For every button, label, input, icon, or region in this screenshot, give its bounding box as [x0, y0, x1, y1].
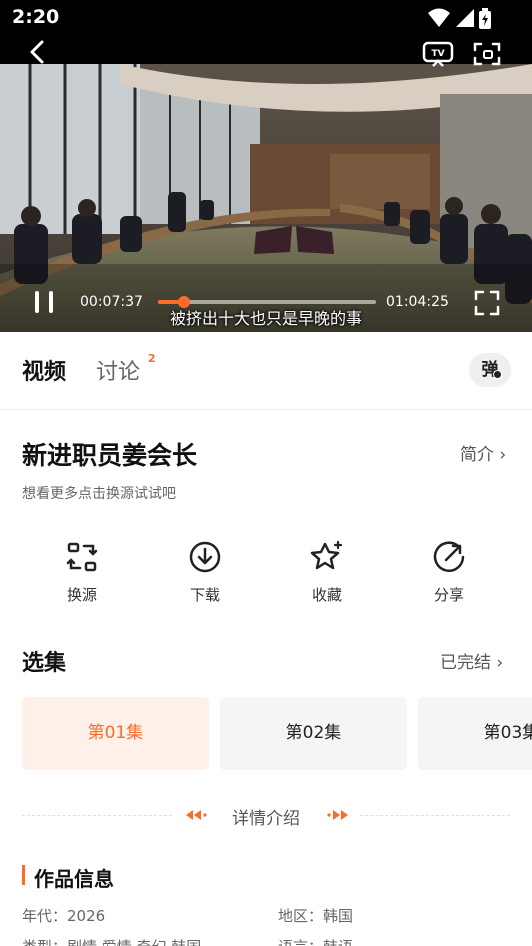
fullscreen-icon[interactable]	[473, 289, 501, 317]
player-topbar: TV	[0, 36, 532, 68]
work-info-title: 作品信息	[34, 867, 114, 891]
picture-in-picture-icon[interactable]	[472, 40, 502, 68]
back-arrow-icon[interactable]	[24, 38, 52, 66]
switch-source-hint: 想看更多点击换源试试吧	[22, 486, 176, 502]
tv-cast-icon[interactable]: TV	[422, 40, 454, 68]
favorite-label: 收藏	[311, 586, 342, 604]
progress-bar[interactable]	[158, 296, 376, 308]
episode-list[interactable]: 第01集 第02集 第03集	[22, 697, 532, 770]
video-frame[interactable]	[0, 64, 532, 332]
share-icon	[433, 541, 465, 572]
switch-source-label: 换源	[66, 586, 97, 604]
action-row: 换源 下载 收藏 分享	[0, 540, 532, 620]
info-region: 地区：韩国	[278, 907, 354, 925]
battery-icon	[479, 8, 491, 29]
episode-chip[interactable]: 第01集	[22, 697, 209, 770]
download-button[interactable]: 下载	[165, 540, 245, 605]
intro-link[interactable]: 简介 ›	[460, 440, 506, 465]
download-label: 下载	[189, 586, 220, 604]
favorite-star-icon	[310, 540, 343, 570]
svg-text:TV: TV	[431, 49, 444, 59]
favorite-button[interactable]: 收藏	[287, 540, 367, 605]
subtitle: 被挤出十大也只是早晚的事	[169, 309, 362, 328]
switch-source-icon	[66, 542, 98, 572]
accent-bar	[22, 865, 25, 885]
signal-icon	[456, 9, 474, 27]
tab-bar: 视频 讨论 2 弹	[0, 332, 532, 410]
info-language: 语言：韩语	[278, 936, 353, 946]
episode-chip[interactable]: 第02集	[220, 697, 407, 770]
wifi-icon	[428, 8, 450, 27]
switch-source-button[interactable]: 换源	[42, 540, 122, 605]
video-player[interactable]: 2:20 TV 00:07:37 01:04:25 被挤出十大也只是早晚的事	[0, 0, 532, 332]
danmaku-toggle-button[interactable]: 弹	[469, 353, 511, 387]
danmaku-off-icon	[493, 370, 502, 379]
status-bar: 2:20	[0, 0, 532, 36]
info-year: 年代：2026	[22, 907, 106, 925]
divider-line-right	[360, 815, 510, 816]
episodes-status-link[interactable]: 已完结 ›	[440, 648, 503, 673]
tab-discussion[interactable]: 讨论	[96, 354, 140, 386]
status-time: 2:20	[12, 6, 60, 28]
download-icon	[189, 541, 221, 573]
details-divider-label: 详情介绍	[232, 809, 300, 829]
episode-chip[interactable]: 第03集	[418, 697, 532, 770]
show-title: 新进职员姜会长	[22, 441, 198, 470]
episodes-heading: 选集	[22, 651, 67, 676]
share-button[interactable]: 分享	[409, 540, 489, 605]
arrow-right-icon	[327, 810, 348, 820]
tab-video[interactable]: 视频	[22, 354, 66, 386]
info-genre: 类型：剧情,爱情,奇幻,韩国	[22, 936, 201, 946]
discussion-count-badge: 2	[148, 352, 156, 365]
share-label: 分享	[433, 586, 464, 604]
details-divider: 详情介绍	[22, 802, 510, 829]
